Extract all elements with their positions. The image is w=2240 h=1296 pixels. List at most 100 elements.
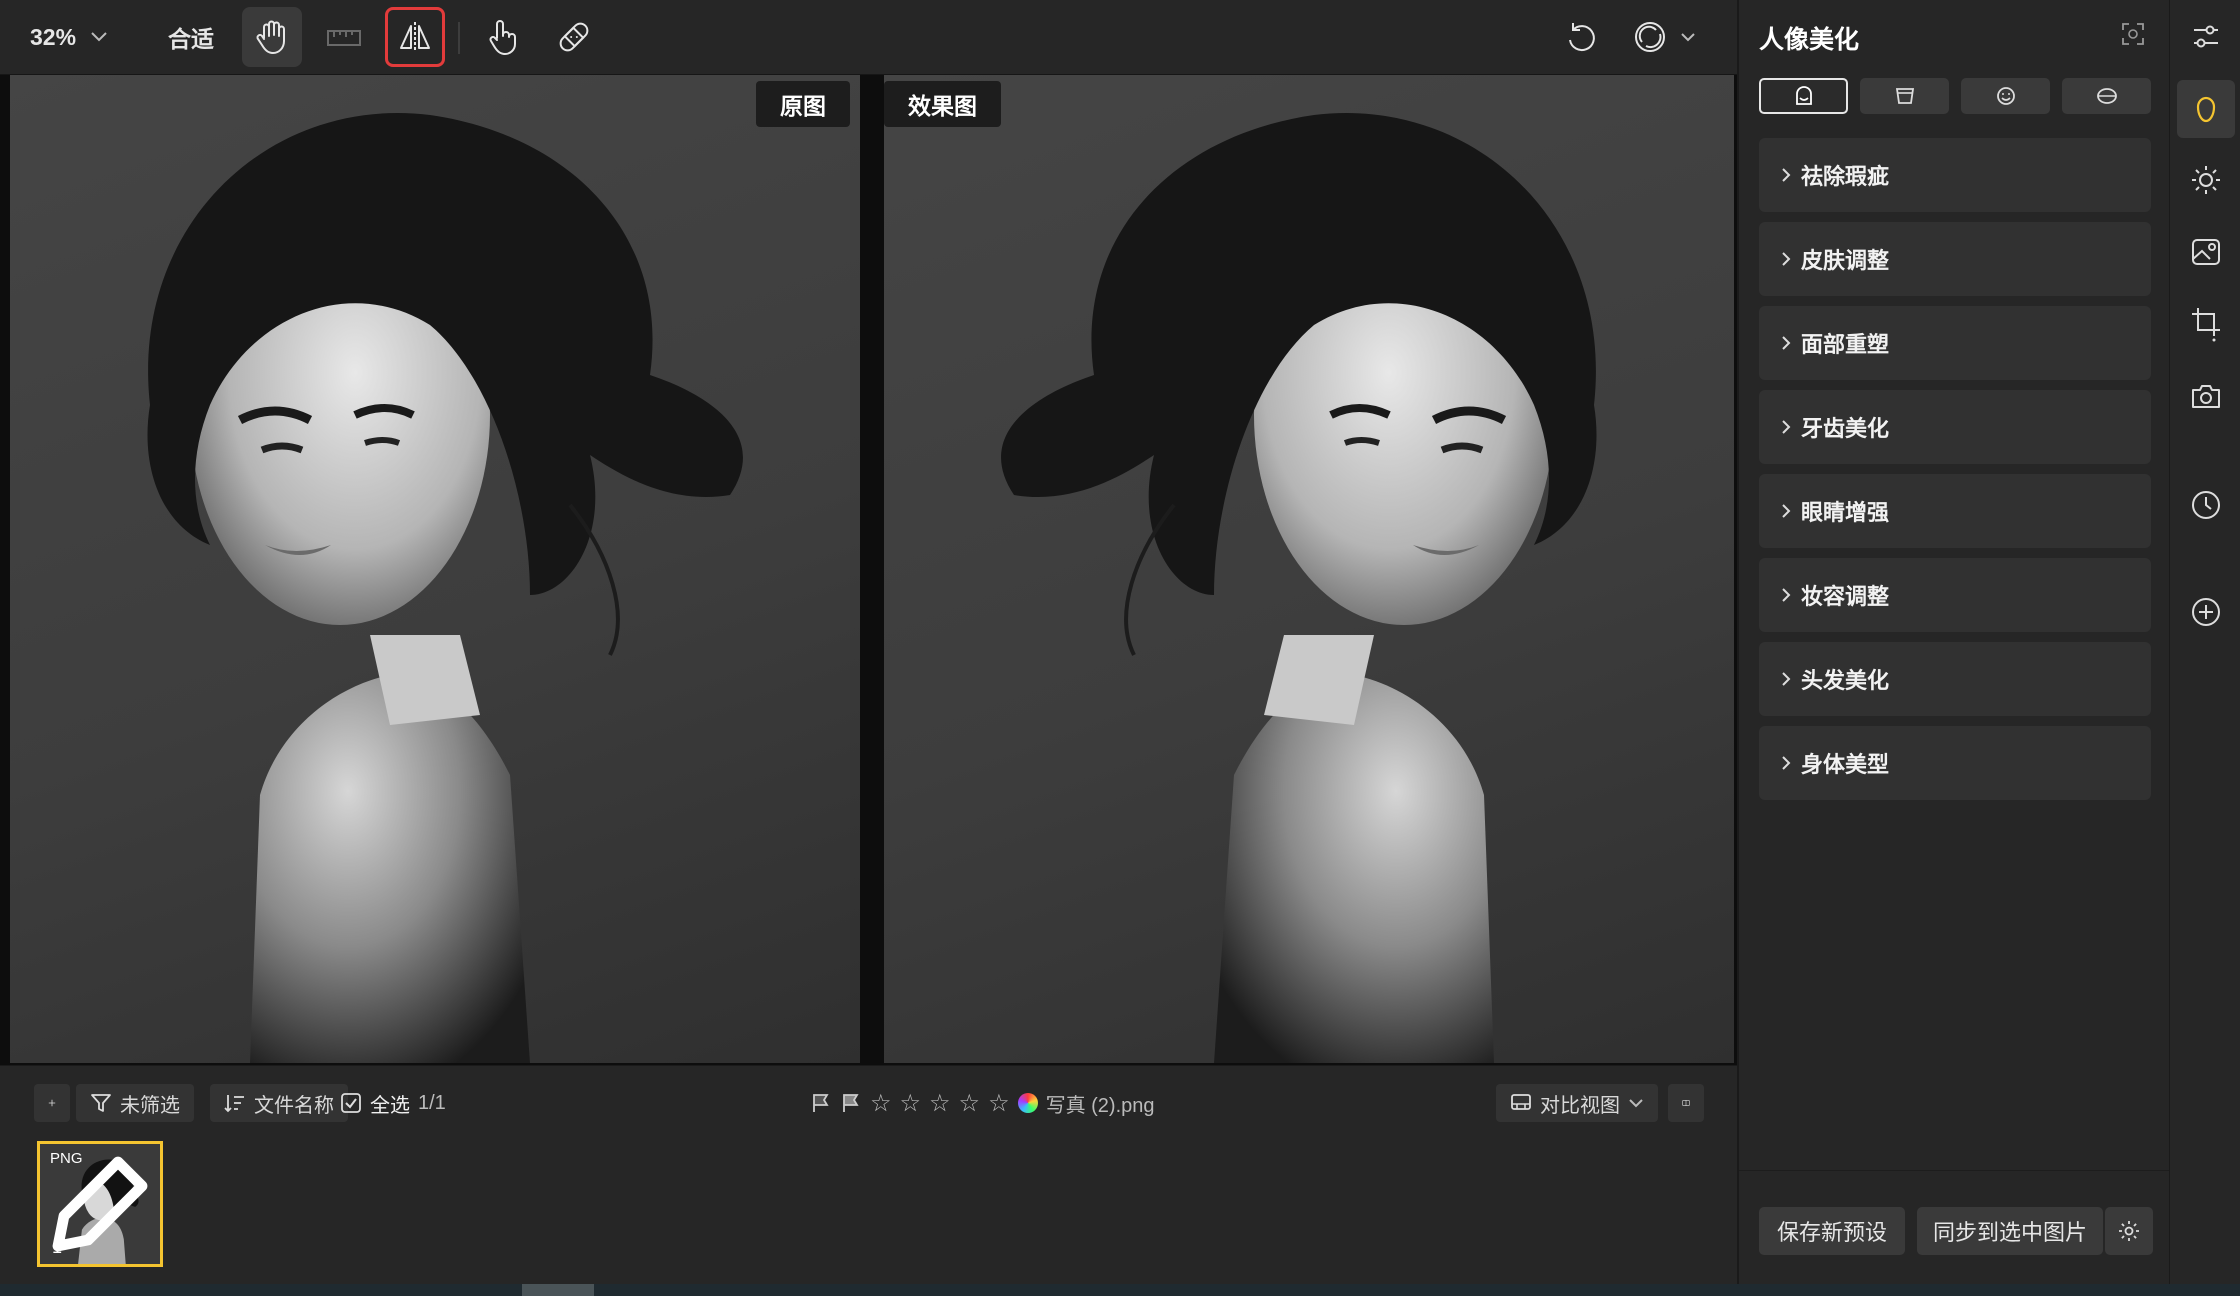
bottom-scrollbar[interactable] xyxy=(0,1284,2240,1296)
rail-crop-button[interactable] xyxy=(2177,295,2235,353)
camera-icon xyxy=(2192,385,2220,408)
mask-icon xyxy=(2096,88,2117,104)
hand-icon xyxy=(256,20,285,55)
section-teeth[interactable]: 牙齿美化 xyxy=(1759,390,2151,464)
section-label: 头发美化 xyxy=(1801,668,1890,693)
portrait-tabs xyxy=(1759,78,2151,114)
tab-mask[interactable] xyxy=(2062,78,2151,114)
section-blemish[interactable]: 祛除瑕疵 xyxy=(1759,138,2151,212)
section-label: 妆容调整 xyxy=(1801,584,1890,609)
split-view-button[interactable] xyxy=(1668,1084,1704,1122)
rail-camera-button[interactable] xyxy=(2177,367,2235,425)
tab-body[interactable] xyxy=(1860,78,1949,114)
section-label: 牙齿美化 xyxy=(1801,416,1890,441)
star-2-icon[interactable]: ☆ xyxy=(900,1089,922,1118)
star-1-icon[interactable]: ☆ xyxy=(870,1089,892,1118)
touch-tool-button[interactable] xyxy=(472,7,532,67)
filter-icon xyxy=(91,1094,111,1112)
toolbar-divider xyxy=(458,22,460,54)
color-label-icon[interactable] xyxy=(1017,1093,1038,1113)
edited-pencil-icon xyxy=(52,1156,148,1252)
sun-icon xyxy=(2192,166,2220,194)
effect-photo xyxy=(884,75,1734,1063)
add-image-button[interactable] xyxy=(34,1084,70,1122)
save-preset-button[interactable]: 保存新预设 xyxy=(1759,1207,1905,1255)
sort-label: 文件名称 xyxy=(254,1094,334,1117)
crop-icon xyxy=(2192,308,2220,342)
chevron-right-icon xyxy=(1782,588,1791,602)
section-hair[interactable]: 头发美化 xyxy=(1759,642,2151,716)
chevron-down-icon xyxy=(1681,33,1695,42)
portrait-panel: 人像美化 祛除瑕疵 皮肤调整 面部重塑 牙齿美化 眼睛增强 妆容调整 头发美化 … xyxy=(1737,0,2171,1284)
pointer-hand-icon xyxy=(489,20,516,56)
star-5-icon[interactable]: ☆ xyxy=(988,1089,1010,1118)
filter-button[interactable]: 未筛选 xyxy=(76,1084,194,1122)
view-mode-dropdown[interactable]: 对比视图 xyxy=(1496,1084,1658,1122)
panel-title: 人像美化 xyxy=(1759,26,1860,54)
select-all-label: 全选 xyxy=(370,1094,410,1117)
section-skin[interactable]: 皮肤调整 xyxy=(1759,222,2151,296)
section-face-reshape[interactable]: 面部重塑 xyxy=(1759,306,2151,380)
chevron-right-icon xyxy=(1782,420,1791,434)
hand-tool-button[interactable] xyxy=(242,7,302,67)
file-name: 写真 (2).png xyxy=(1045,1094,1155,1117)
star-4-icon[interactable]: ☆ xyxy=(959,1089,981,1118)
torso-icon xyxy=(1895,88,1914,104)
chevron-down-icon xyxy=(91,32,107,42)
select-all-checkbox[interactable]: 全选 1/1 xyxy=(340,1084,446,1122)
zoom-value: 32% xyxy=(30,23,77,50)
section-label: 身体美型 xyxy=(1801,752,1890,777)
face-detect-button[interactable] xyxy=(2121,22,2145,51)
ruler-icon xyxy=(327,30,361,46)
sync-settings-button[interactable] xyxy=(2105,1207,2153,1255)
section-label: 皮肤调整 xyxy=(1801,248,1890,273)
mirror-compare-button[interactable] xyxy=(385,7,445,67)
image-thumbnail[interactable]: PNG 1 xyxy=(37,1141,163,1267)
gear-icon xyxy=(2119,1221,2139,1241)
overlap-circles-icon xyxy=(1635,22,1665,52)
tab-expression[interactable] xyxy=(1961,78,2050,114)
chevron-right-icon xyxy=(1782,672,1791,686)
flag-reject-icon[interactable] xyxy=(840,1092,862,1114)
adjustment-sections: 祛除瑕疵 皮肤调整 面部重塑 牙齿美化 眼睛增强 妆容调整 头发美化 身体美型 xyxy=(1759,138,2151,810)
image-meta-bar: ☆ ☆ ☆ ☆ ☆ 写真 (2).png xyxy=(810,1084,1155,1122)
section-label: 祛除瑕疵 xyxy=(1801,164,1890,189)
chevron-right-icon xyxy=(1782,504,1791,518)
mirror-icon xyxy=(400,22,430,52)
sort-icon xyxy=(224,1095,244,1113)
rail-history-button[interactable] xyxy=(2177,476,2235,534)
zoom-dropdown[interactable]: 32% xyxy=(30,14,108,60)
view-mode-label: 对比视图 xyxy=(1540,1094,1620,1117)
scrollbar-thumb[interactable] xyxy=(522,1284,594,1296)
face-scan-icon xyxy=(2122,23,2144,45)
filter-label: 未筛选 xyxy=(120,1094,180,1117)
rail-portrait-button[interactable] xyxy=(2177,80,2235,138)
rail-add-button[interactable] xyxy=(2177,583,2235,641)
sort-button[interactable]: 文件名称 xyxy=(210,1084,348,1122)
section-body[interactable]: 身体美型 xyxy=(1759,726,2151,800)
section-makeup[interactable]: 妆容调整 xyxy=(1759,558,2151,632)
flag-outline-icon[interactable] xyxy=(810,1092,832,1114)
clock-icon xyxy=(2192,491,2220,519)
rail-light-button[interactable] xyxy=(2177,151,2235,209)
fit-button[interactable]: 合适 xyxy=(168,14,214,60)
rail-background-button[interactable] xyxy=(2177,223,2235,281)
top-toolbar: 32% 合适 xyxy=(0,0,1737,75)
rail-adjust-button[interactable] xyxy=(2177,8,2235,66)
face-outline-icon xyxy=(2196,96,2216,123)
ruler-tool-button[interactable] xyxy=(314,7,374,67)
sync-to-selected-button[interactable]: 同步到选中图片 xyxy=(1917,1207,2103,1255)
section-eyes[interactable]: 眼睛增强 xyxy=(1759,474,2151,548)
star-3-icon[interactable]: ☆ xyxy=(929,1089,951,1118)
chevron-right-icon xyxy=(1782,756,1791,770)
tab-face[interactable] xyxy=(1759,78,1848,114)
selection-count: 1/1 xyxy=(418,1091,446,1114)
overlay-mode-dropdown[interactable] xyxy=(1632,14,1696,60)
bandage-tool-button[interactable] xyxy=(544,7,604,67)
reset-button[interactable] xyxy=(1552,7,1612,67)
tool-rail xyxy=(2169,0,2240,1284)
sliders-icon xyxy=(2194,25,2218,48)
section-label: 眼睛增强 xyxy=(1801,500,1890,525)
chevron-right-icon xyxy=(1782,336,1791,350)
image-canvas[interactable]: 原图 效果图 xyxy=(0,75,1737,1065)
